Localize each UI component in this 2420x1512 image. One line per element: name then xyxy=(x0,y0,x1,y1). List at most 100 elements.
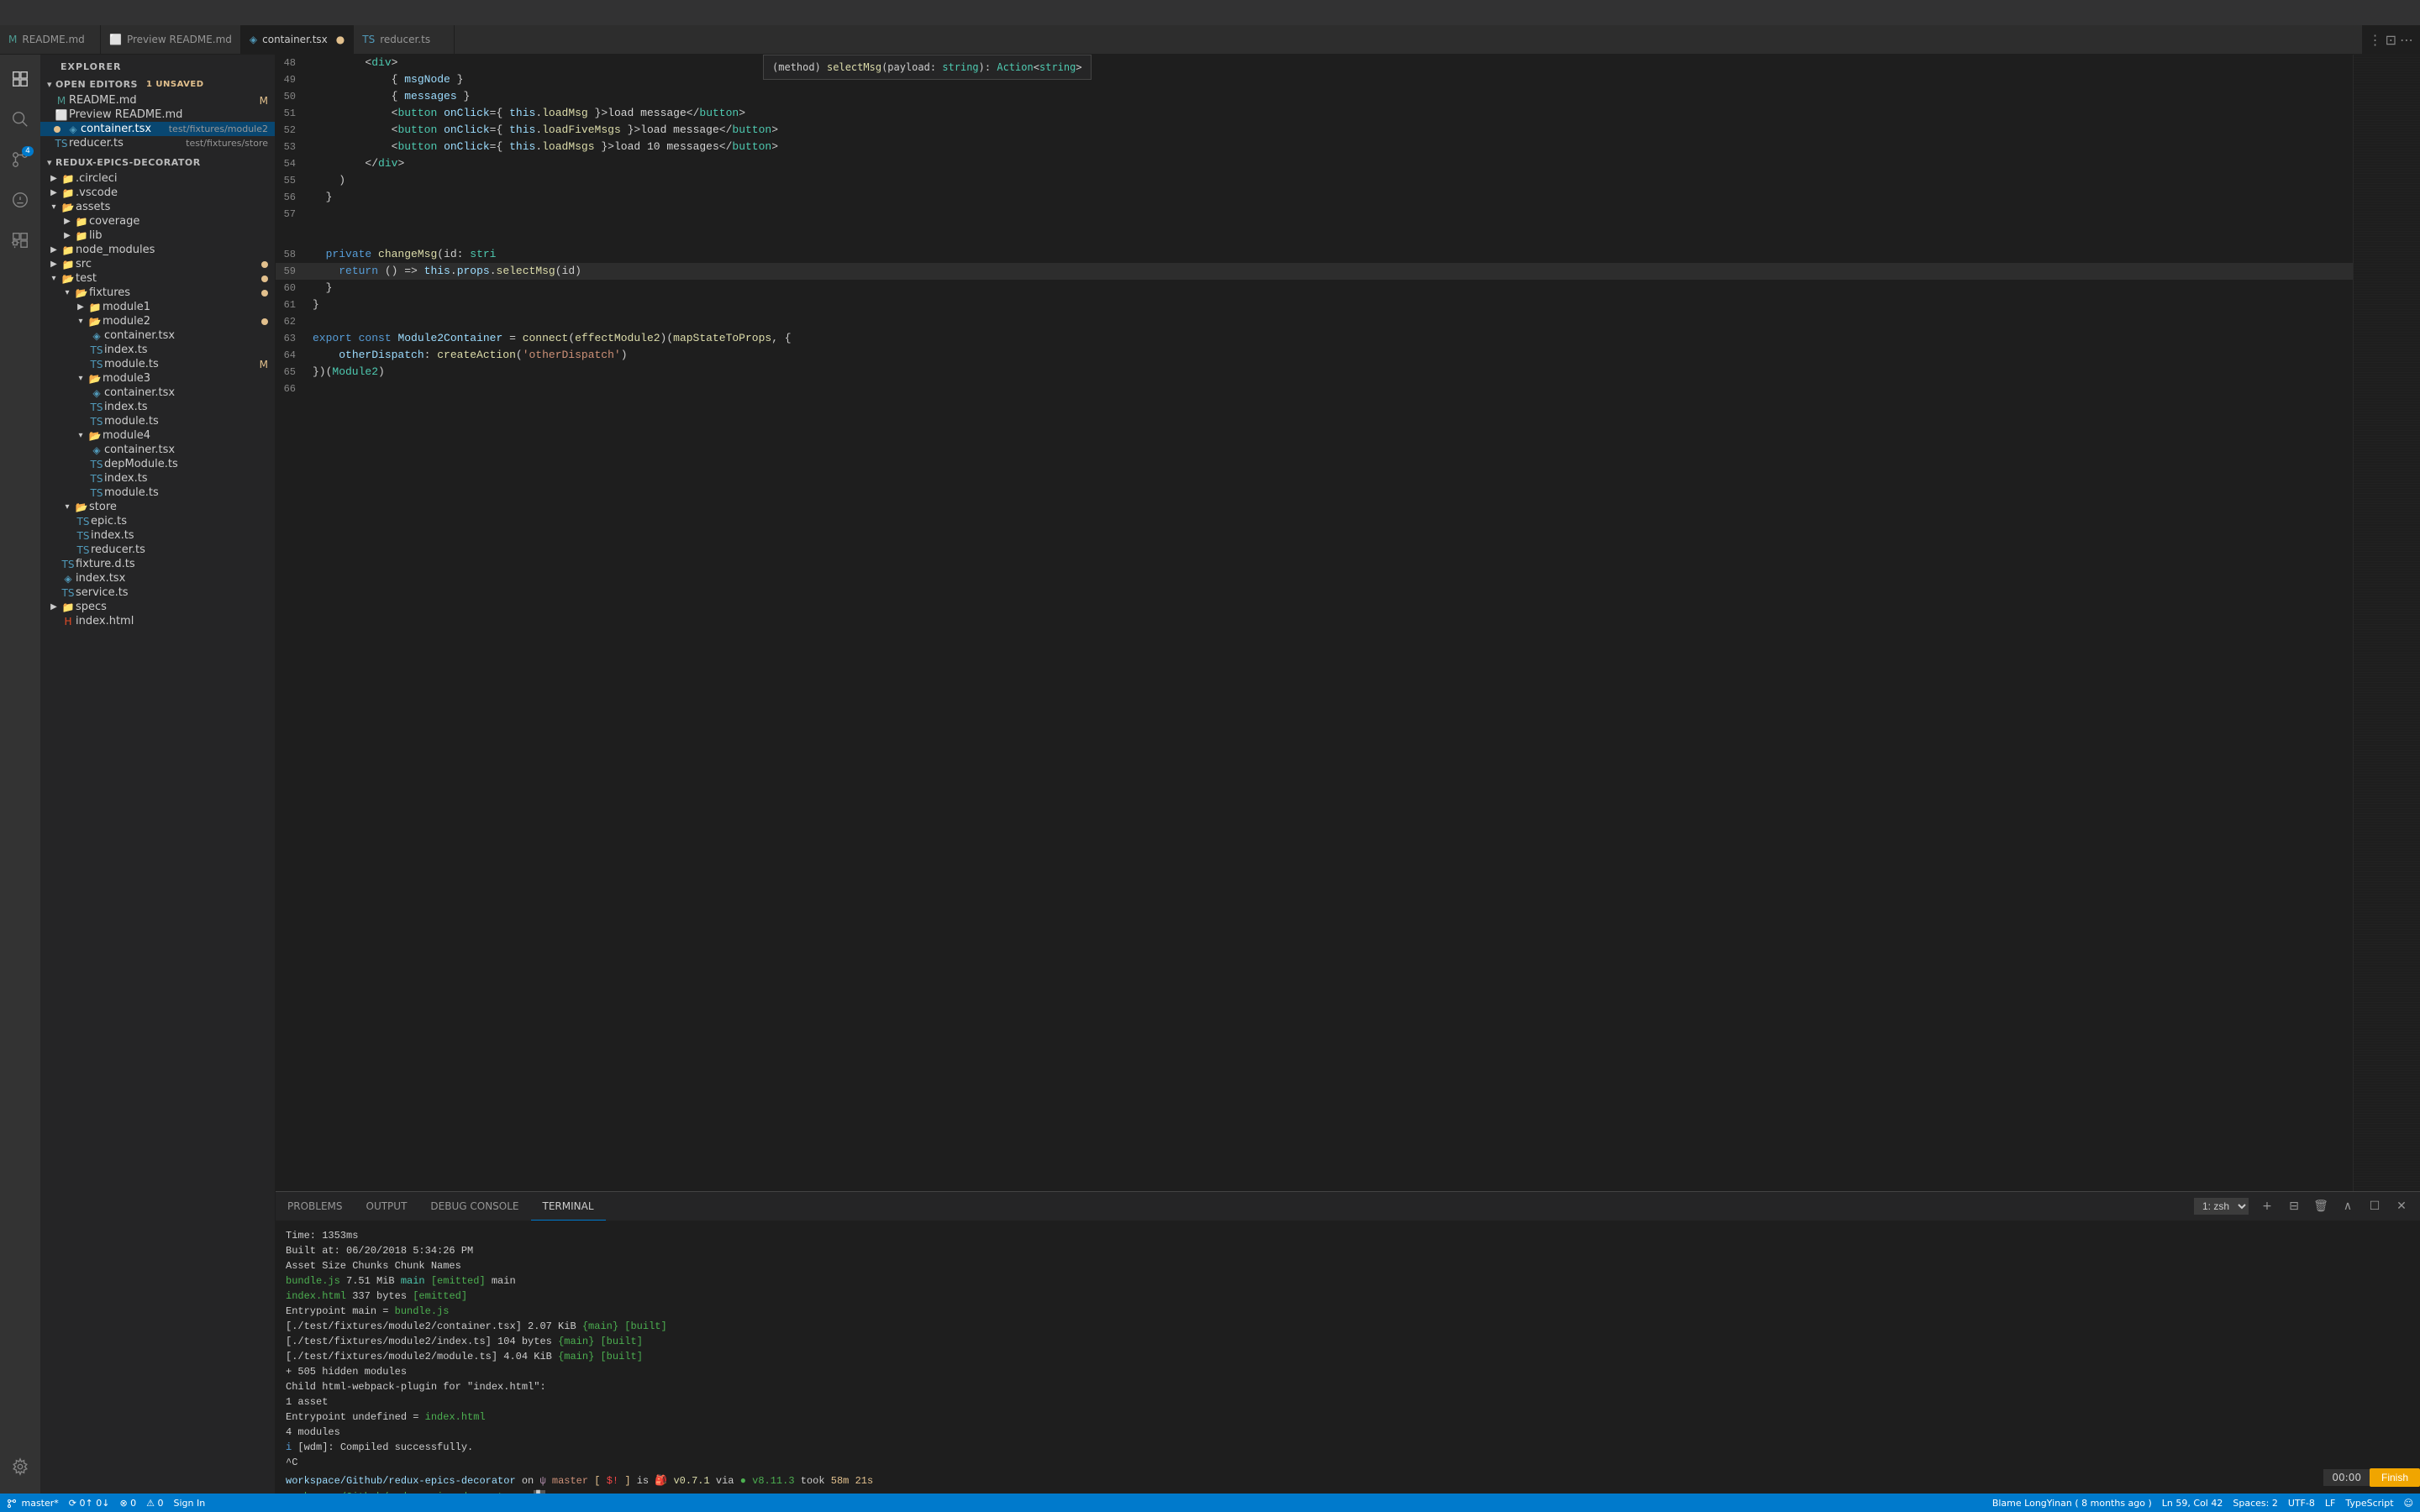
open-editor-preview[interactable]: ⬜ Preview README.md xyxy=(40,108,275,122)
test-modified-dot xyxy=(261,276,268,282)
split-editor-icon[interactable]: ⊡ xyxy=(2386,32,2396,48)
tree-src[interactable]: ▶ 📁 src xyxy=(40,257,275,271)
tree-store[interactable]: ▾ 📂 store xyxy=(40,500,275,514)
open-editors-badge: 1 UNSAVED xyxy=(146,80,204,89)
open-editors-section[interactable]: ▾ OPEN EDITORS 1 UNSAVED xyxy=(40,76,275,93)
m2-index-label: index.ts xyxy=(104,344,275,356)
tree-m4-container[interactable]: ◈ container.tsx xyxy=(40,443,275,457)
tree-m3-index[interactable]: TS index.ts xyxy=(40,400,275,414)
m2-module-badge: M xyxy=(260,359,268,370)
tree-m3-container[interactable]: ◈ container.tsx xyxy=(40,386,275,400)
activity-search[interactable] xyxy=(0,99,40,139)
assets-label: assets xyxy=(76,201,275,213)
tree-m4-module[interactable]: TS module.ts xyxy=(40,486,275,500)
sidebar-header: EXPLORER xyxy=(40,55,275,76)
tree-node-modules[interactable]: ▶ 📁 node_modules xyxy=(40,243,275,257)
status-language[interactable]: TypeScript xyxy=(2345,1498,2393,1509)
tab-container[interactable]: ◈ container.tsx ● xyxy=(241,25,354,54)
scroll-up-btn[interactable]: ∧ xyxy=(2336,1194,2360,1218)
tree-epic[interactable]: TS epic.ts xyxy=(40,514,275,528)
tree-lib[interactable]: ▶ 📁 lib xyxy=(40,228,275,243)
status-sign-in[interactable]: Sign In xyxy=(174,1498,206,1509)
tree-m4-index[interactable]: TS index.ts xyxy=(40,471,275,486)
tree-module2[interactable]: ▾ 📂 module2 xyxy=(40,314,275,328)
tree-m2-module[interactable]: TS module.ts M xyxy=(40,357,275,371)
status-branch[interactable]: master* xyxy=(7,1498,59,1509)
finish-button[interactable]: Finish xyxy=(2370,1468,2420,1487)
status-warnings[interactable]: ⚠ 0 xyxy=(146,1498,163,1509)
activity-extensions[interactable] xyxy=(0,220,40,260)
tab-preview[interactable]: ⬜ Preview README.md xyxy=(101,25,241,54)
open-editor-readme[interactable]: M README.md M xyxy=(40,93,275,108)
tree-m4-dep[interactable]: TS depModule.ts xyxy=(40,457,275,471)
m2-module-label: module.ts xyxy=(104,358,260,370)
fixtures-icon: 📂 xyxy=(74,287,89,299)
terminal-content[interactable]: Time: 1353ms Built at: 06/20/2018 5:34:2… xyxy=(276,1221,2420,1494)
assets-arrow: ▾ xyxy=(47,202,60,212)
container-path: test/fixtures/module2 xyxy=(169,123,268,134)
status-eol[interactable]: LF xyxy=(2325,1498,2335,1509)
panel-tab-debug[interactable]: DEBUG CONSOLE xyxy=(418,1192,530,1221)
code-line-49: 49 { msgNode } xyxy=(276,71,2353,88)
tree-vscode[interactable]: ▶ 📁 .vscode xyxy=(40,186,275,200)
tree-circleci[interactable]: ▶ 📁 .circleci xyxy=(40,171,275,186)
tree-coverage[interactable]: ▶ 📁 coverage xyxy=(40,214,275,228)
tree-store-index[interactable]: TS index.ts xyxy=(40,528,275,543)
status-errors[interactable]: ⊗ 0 xyxy=(119,1498,136,1509)
tree-module1[interactable]: ▶ 📁 module1 xyxy=(40,300,275,314)
tree-fixture-d[interactable]: TS fixture.d.ts xyxy=(40,557,275,571)
more-actions-icon[interactable]: ⋯ xyxy=(2400,32,2413,48)
code-line-59: 59 return () => this.props.selectMsg(id) xyxy=(276,263,2353,280)
m2-container-label: container.tsx xyxy=(104,329,275,342)
activity-settings[interactable] xyxy=(0,1446,40,1487)
clear-terminal-btn[interactable]: 🗑 xyxy=(2309,1194,2333,1218)
m3-index-label: index.ts xyxy=(104,401,275,413)
specs-arrow: ▶ xyxy=(47,602,60,612)
code-editor[interactable]: (method) selectMsg(payload: string): Act… xyxy=(276,55,2353,1191)
open-editor-reducer[interactable]: TS reducer.ts test/fixtures/store xyxy=(40,136,275,150)
terminal-shell-select[interactable]: 1: zsh xyxy=(2194,1198,2249,1215)
status-encoding[interactable]: UTF-8 xyxy=(2288,1498,2315,1509)
tree-module4[interactable]: ▾ 📂 module4 xyxy=(40,428,275,443)
activity-explorer[interactable] xyxy=(0,59,40,99)
open-editor-container[interactable]: ◈ container.tsx test/fixtures/module2 xyxy=(40,122,275,136)
coverage-arrow: ▶ xyxy=(60,217,74,226)
panel-tab-output[interactable]: OUTPUT xyxy=(355,1192,419,1221)
tree-m3-module[interactable]: TS module.ts xyxy=(40,414,275,428)
tree-module3[interactable]: ▾ 📂 module3 xyxy=(40,371,275,386)
tree-specs[interactable]: ▶ 📁 specs xyxy=(40,600,275,614)
tree-index-html[interactable]: H index.html xyxy=(40,614,275,628)
tree-assets[interactable]: ▾ 📂 assets xyxy=(40,200,275,214)
source-control-icon[interactable]: ⋮ xyxy=(2369,32,2382,48)
node-modules-label: node_modules xyxy=(76,244,275,256)
tree-m2-container[interactable]: ◈ container.tsx xyxy=(40,328,275,343)
tree-store-reducer[interactable]: TS reducer.ts xyxy=(40,543,275,557)
status-smile: ☺ xyxy=(2404,1498,2413,1509)
maximize-terminal-btn[interactable]: ☐ xyxy=(2363,1194,2386,1218)
tree-service[interactable]: TS service.ts xyxy=(40,585,275,600)
panel-tab-terminal[interactable]: TERMINAL xyxy=(531,1192,606,1221)
tree-index-tsx[interactable]: ◈ index.tsx xyxy=(40,571,275,585)
tree-fixtures[interactable]: ▾ 📂 fixtures xyxy=(40,286,275,300)
tree-m2-index[interactable]: TS index.ts xyxy=(40,343,275,357)
activity-scm[interactable]: 4 xyxy=(0,139,40,180)
tab-readme[interactable]: M README.md xyxy=(0,25,101,54)
tree-test[interactable]: ▾ 📂 test xyxy=(40,271,275,286)
project-section[interactable]: ▾ REDUX-EPICS-DECORATOR xyxy=(40,154,275,171)
explorer-title: EXPLORER xyxy=(60,61,121,72)
code-line-58: 58 private changeMsg(id: stri xyxy=(276,246,2353,263)
tab-reducer[interactable]: TS reducer.ts xyxy=(354,25,455,54)
fixtures-arrow: ▾ xyxy=(60,288,74,297)
status-spaces[interactable]: Spaces: 2 xyxy=(2233,1498,2277,1509)
status-sync[interactable]: ⟳ 0↑ 0↓ xyxy=(69,1498,110,1509)
code-line-48: 48 <div> xyxy=(276,55,2353,71)
code-line-55: 55 ) xyxy=(276,172,2353,189)
panel-tab-problems[interactable]: PROBLEMS xyxy=(276,1192,355,1221)
new-terminal-btn[interactable]: + xyxy=(2255,1194,2279,1218)
status-cursor[interactable]: Ln 59, Col 42 xyxy=(2162,1498,2223,1509)
code-line-65: 65 })(Module2) xyxy=(276,364,2353,381)
activity-debug[interactable] xyxy=(0,180,40,220)
close-terminal-btn[interactable]: ✕ xyxy=(2390,1194,2413,1218)
tab-label-preview: Preview README.md xyxy=(127,34,232,45)
split-terminal-btn[interactable]: ⊟ xyxy=(2282,1194,2306,1218)
